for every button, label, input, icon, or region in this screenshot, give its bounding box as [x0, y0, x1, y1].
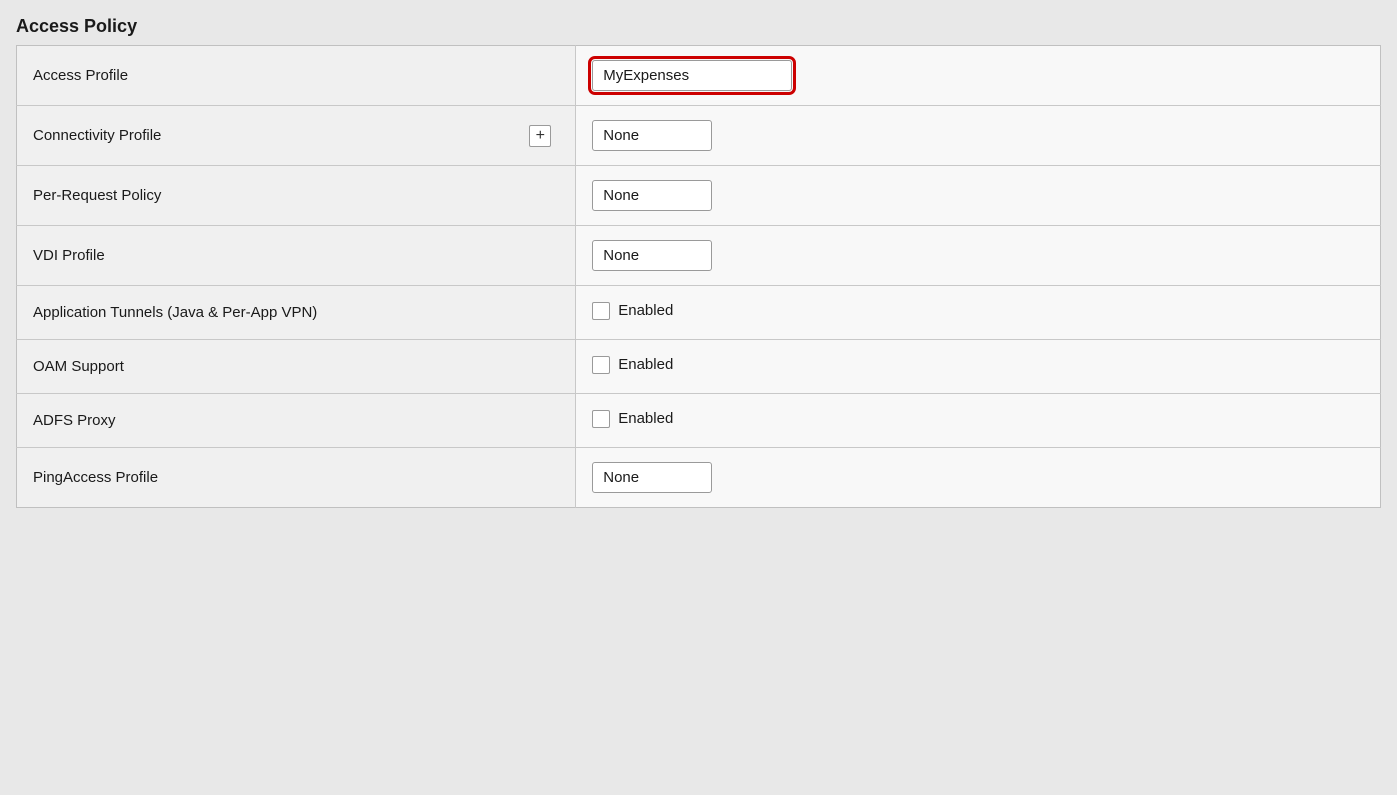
oam-support-checkbox-wrapper: Enabled [592, 356, 673, 374]
per-request-policy-select[interactable]: None [592, 180, 712, 211]
access-profile-select[interactable]: MyExpenses None [592, 60, 792, 91]
connectivity-plus-button[interactable]: + [529, 125, 551, 147]
application-tunnels-label: Application Tunnels (Java & Per-App VPN) [17, 286, 576, 340]
policy-table: Access Profile MyExpenses None Connectiv… [16, 45, 1381, 508]
connectivity-profile-select-wrapper: None [592, 120, 712, 151]
oam-support-value-cell: Enabled [576, 340, 1381, 394]
pingaccess-profile-label: PingAccess Profile [17, 448, 576, 508]
vdi-profile-select[interactable]: None [592, 240, 712, 271]
table-row: Connectivity Profile + None [17, 106, 1381, 166]
table-row: ADFS Proxy Enabled [17, 394, 1381, 448]
adfs-proxy-checkbox[interactable] [592, 410, 610, 428]
application-tunnels-checkbox[interactable] [592, 302, 610, 320]
table-row: Access Profile MyExpenses None [17, 46, 1381, 106]
application-tunnels-checkbox-wrapper: Enabled [592, 302, 673, 320]
table-row: Application Tunnels (Java & Per-App VPN)… [17, 286, 1381, 340]
oam-support-checkbox-label: Enabled [618, 356, 673, 373]
table-row: PingAccess Profile None [17, 448, 1381, 508]
per-request-policy-value-cell: None [576, 166, 1381, 226]
pingaccess-profile-value-cell: None [576, 448, 1381, 508]
oam-support-label: OAM Support [17, 340, 576, 394]
pingaccess-profile-select-wrapper: None [592, 462, 712, 493]
adfs-proxy-checkbox-wrapper: Enabled [592, 410, 673, 428]
adfs-proxy-label: ADFS Proxy [17, 394, 576, 448]
per-request-policy-label: Per-Request Policy [17, 166, 576, 226]
table-row: VDI Profile None [17, 226, 1381, 286]
vdi-profile-label: VDI Profile [17, 226, 576, 286]
vdi-profile-value-cell: None [576, 226, 1381, 286]
connectivity-profile-label: Connectivity Profile + [17, 106, 576, 166]
application-tunnels-value-cell: Enabled [576, 286, 1381, 340]
table-row: Per-Request Policy None [17, 166, 1381, 226]
pingaccess-profile-select[interactable]: None [592, 462, 712, 493]
table-row: OAM Support Enabled [17, 340, 1381, 394]
vdi-profile-select-wrapper: None [592, 240, 712, 271]
adfs-proxy-value-cell: Enabled [576, 394, 1381, 448]
connectivity-profile-select[interactable]: None [592, 120, 712, 151]
access-profile-value-cell: MyExpenses None [576, 46, 1381, 106]
oam-support-checkbox[interactable] [592, 356, 610, 374]
access-profile-select-wrapper: MyExpenses None [592, 60, 792, 91]
connectivity-profile-value-cell: None [576, 106, 1381, 166]
section-title: Access Policy [16, 16, 1381, 37]
access-profile-label: Access Profile [17, 46, 576, 106]
adfs-proxy-checkbox-label: Enabled [618, 410, 673, 427]
application-tunnels-checkbox-label: Enabled [618, 302, 673, 319]
page-wrapper: Access Policy Access Profile MyExpenses … [0, 0, 1397, 795]
per-request-policy-select-wrapper: None [592, 180, 712, 211]
